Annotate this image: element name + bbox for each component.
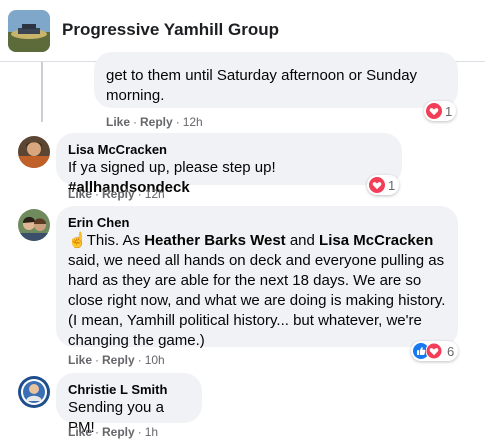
- reply-link[interactable]: Reply: [140, 115, 173, 129]
- reply-link[interactable]: Reply: [102, 425, 135, 439]
- comment-actions: Like · Reply · 1h: [68, 425, 159, 439]
- like-link[interactable]: Like: [68, 187, 92, 201]
- reaction-summary[interactable]: 6: [411, 341, 459, 361]
- group-photo-icon[interactable]: [8, 10, 50, 52]
- avatar[interactable]: [18, 376, 50, 408]
- comment-author[interactable]: Lisa McCracken: [68, 141, 390, 158]
- comment-actions: Like · Reply · 10h: [68, 353, 165, 367]
- comment-actions: Like · Reply · 12h: [106, 115, 203, 129]
- timestamp[interactable]: 12h: [145, 187, 165, 201]
- like-link[interactable]: Like: [68, 353, 92, 367]
- comment-bubble: get to them until Saturday afternoon or …: [94, 52, 458, 108]
- comment-text: get to them until Saturday afternoon or …: [106, 67, 418, 104]
- comment-actions: Like · Reply · 12h: [68, 187, 165, 201]
- like-link[interactable]: Like: [68, 425, 92, 439]
- comment-author[interactable]: Christie L Smith: [68, 381, 190, 398]
- timestamp[interactable]: 10h: [145, 353, 165, 367]
- comment-text: ☝This. As Heather Barks West and Lisa Mc…: [68, 232, 446, 349]
- reply-link[interactable]: Reply: [102, 353, 135, 367]
- comment-bubble: Lisa McCracken If ya signed up, please s…: [56, 133, 402, 196]
- heart-reaction-icon: [426, 103, 442, 119]
- comment-bubble: Erin Chen ☝This. As Heather Barks West a…: [56, 206, 458, 349]
- avatar[interactable]: [18, 136, 50, 168]
- timestamp[interactable]: 12h: [183, 115, 203, 129]
- like-link[interactable]: Like: [106, 115, 130, 129]
- reaction-count: 1: [445, 103, 453, 119]
- heart-reaction-icon: [369, 177, 385, 193]
- timestamp[interactable]: 1h: [145, 425, 158, 439]
- comment-author[interactable]: Erin Chen: [68, 214, 446, 231]
- reaction-count: 6: [447, 343, 455, 359]
- group-name[interactable]: Progressive Yamhill Group: [62, 20, 279, 40]
- mention-link[interactable]: Heather Barks West: [144, 232, 285, 249]
- hand-emoji: ☝: [68, 232, 87, 249]
- avatar[interactable]: [18, 209, 50, 241]
- reaction-count: 1: [388, 177, 396, 193]
- heart-reaction-icon: [426, 343, 442, 359]
- thread-line: [41, 62, 43, 122]
- comment-bubble: Christie L Smith Sending you a PM!: [56, 373, 202, 436]
- mention-link[interactable]: Lisa McCracken: [319, 232, 433, 249]
- reaction-summary[interactable]: 1: [424, 101, 457, 121]
- reply-link[interactable]: Reply: [102, 187, 135, 201]
- reaction-summary[interactable]: 1: [367, 175, 400, 195]
